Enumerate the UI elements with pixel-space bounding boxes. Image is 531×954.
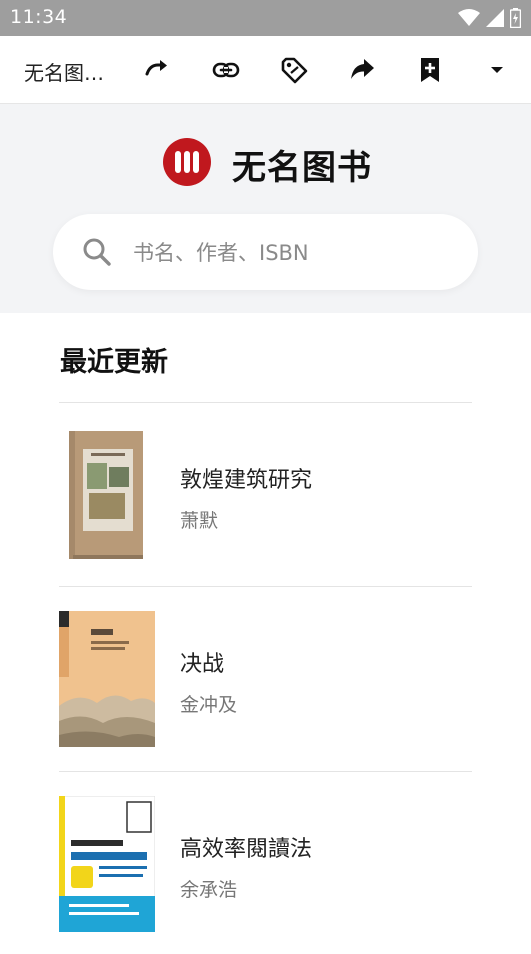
divider	[59, 402, 472, 403]
divider	[59, 771, 472, 772]
book-cover[interactable]	[59, 427, 155, 563]
add-bookmark-icon[interactable]	[416, 56, 444, 84]
browser-toolbar: 无名图…	[0, 36, 531, 104]
wifi-icon	[458, 9, 480, 26]
book-author: 余承浩	[180, 879, 238, 901]
book-item[interactable]: 决战 金冲及	[59, 589, 472, 769]
share-icon[interactable]	[348, 56, 376, 84]
book-title[interactable]: 敦煌建筑研究	[180, 462, 312, 494]
toolbar-title[interactable]: 无名图…	[24, 57, 104, 86]
status-bar: 11:34	[0, 0, 531, 36]
battery-icon	[510, 8, 521, 28]
divider	[59, 586, 472, 587]
hero-section: 无名图书	[0, 104, 531, 313]
brand-name: 无名图书	[232, 148, 372, 188]
search-icon[interactable]	[81, 236, 113, 268]
book-item[interactable]: 高效率閱讀法 余承浩	[59, 774, 472, 954]
book-cover[interactable]	[59, 611, 155, 747]
dropdown-icon[interactable]	[483, 56, 511, 84]
status-time: 11:34	[10, 6, 68, 28]
search-box[interactable]	[53, 214, 478, 290]
book-author: 金冲及	[180, 694, 238, 716]
tag-icon[interactable]	[280, 56, 308, 84]
link-icon[interactable]	[212, 56, 240, 84]
brand-logo	[163, 138, 211, 186]
book-cover[interactable]	[59, 796, 155, 932]
redo-icon[interactable]	[143, 56, 171, 84]
book-author: 萧默	[180, 510, 219, 532]
search-input[interactable]	[131, 232, 455, 274]
status-icons	[458, 8, 521, 28]
book-item[interactable]: 敦煌建筑研究 萧默	[59, 405, 472, 585]
section-title: 最近更新	[60, 347, 168, 378]
book-title[interactable]: 高效率閱讀法	[180, 831, 312, 863]
book-title[interactable]: 决战	[180, 646, 224, 678]
signal-icon	[486, 9, 504, 27]
